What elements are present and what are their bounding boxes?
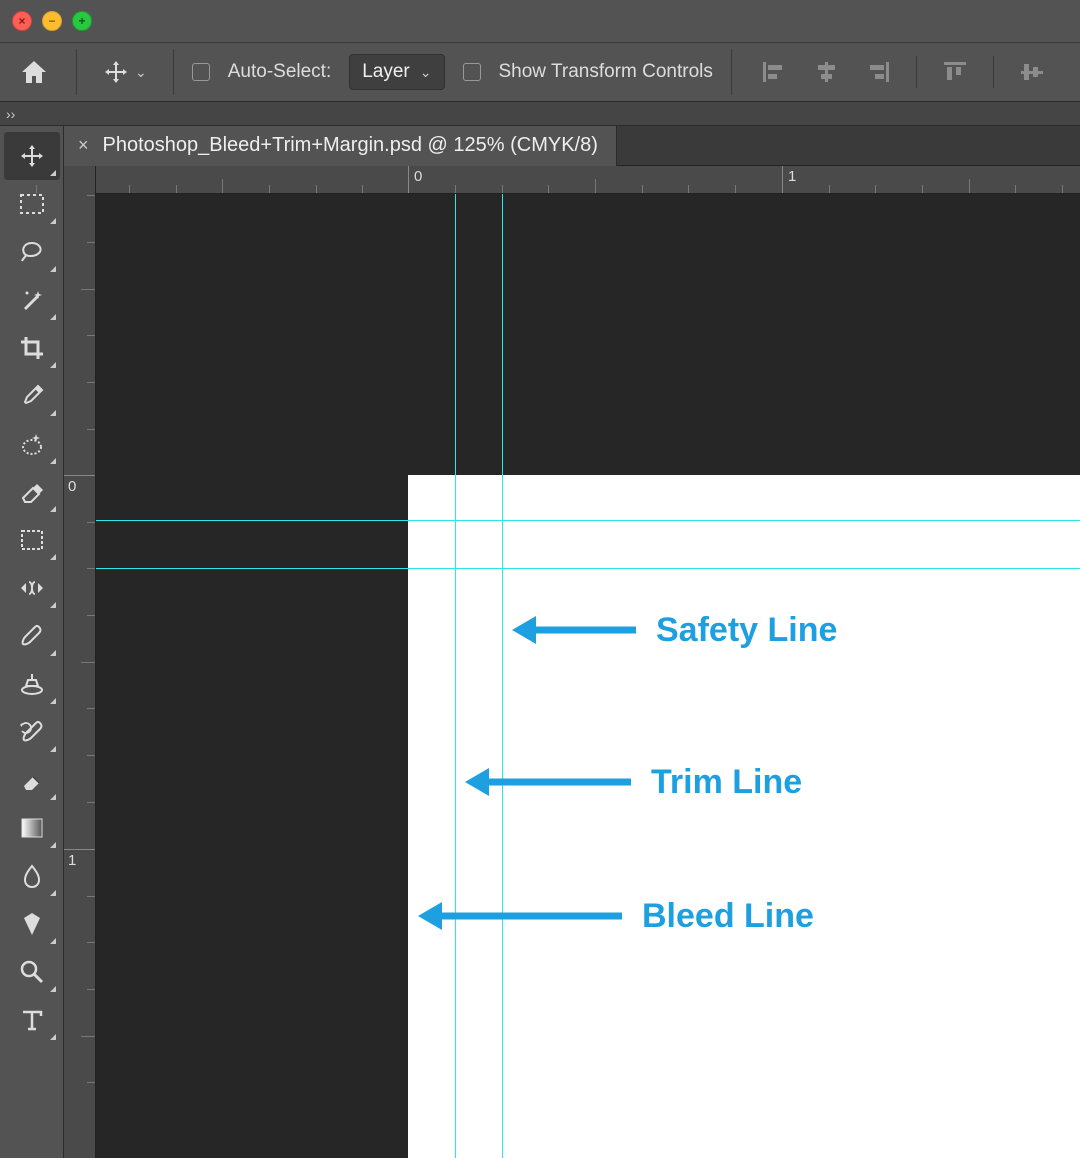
align-hcenter-icon[interactable] xyxy=(812,60,840,84)
content-aware-tool[interactable] xyxy=(4,564,60,612)
eraser-tool[interactable] xyxy=(4,756,60,804)
ruler-horizontal[interactable]: 0 1 xyxy=(96,166,1080,194)
ruler-h-label-0: 0 xyxy=(414,168,422,185)
window-zoom-button[interactable]: + xyxy=(72,11,92,31)
annotation-trim-label: Trim Line xyxy=(651,763,802,802)
move-icon xyxy=(103,59,129,85)
show-transform-checkbox[interactable] xyxy=(463,63,481,81)
window-close-button[interactable]: × xyxy=(12,11,32,31)
marquee-tool[interactable] xyxy=(4,180,60,228)
options-bar: ⌄ Auto-Select: Layer ⌄ Show Transform Co… xyxy=(0,42,1080,102)
lasso-tool[interactable] xyxy=(4,228,60,276)
separator xyxy=(731,49,732,95)
document-tab[interactable]: × Photoshop_Bleed+Trim+Margin.psd @ 125%… xyxy=(64,126,617,166)
ruler-v-label-1: 1 xyxy=(68,852,76,869)
panel-collapse-row[interactable]: ›› xyxy=(0,102,1080,126)
document-tab-strip: × Photoshop_Bleed+Trim+Margin.psd @ 125%… xyxy=(64,126,1080,166)
chevron-down-icon: ⌄ xyxy=(420,64,432,81)
document-area: × Photoshop_Bleed+Trim+Margin.psd @ 125%… xyxy=(64,126,1080,1158)
align-left-icon[interactable] xyxy=(760,60,788,84)
canvas[interactable]: Safety Line Trim Line Bleed Line xyxy=(96,194,1080,1158)
zoom-tool[interactable] xyxy=(4,948,60,996)
separator xyxy=(993,56,994,88)
guide-vertical[interactable] xyxy=(502,194,503,1158)
annotation-trim: Trim Line xyxy=(461,760,802,804)
align-vcenter-icon[interactable] xyxy=(1018,60,1046,84)
ruler-vertical[interactable]: 0 1 xyxy=(64,166,96,1158)
spot-heal-tool[interactable] xyxy=(4,420,60,468)
window-minimize-button[interactable]: − xyxy=(42,11,62,31)
guide-horizontal[interactable] xyxy=(96,520,1080,521)
document-tab-title: Photoshop_Bleed+Trim+Margin.psd @ 125% (… xyxy=(103,134,598,157)
home-button[interactable] xyxy=(10,50,58,94)
guide-horizontal[interactable] xyxy=(96,568,1080,569)
separator xyxy=(916,56,917,88)
arrow-left-icon xyxy=(461,760,633,804)
crop-tool[interactable] xyxy=(4,324,60,372)
close-tab-icon[interactable]: × xyxy=(78,135,89,156)
annotation-safety: Safety Line xyxy=(508,608,837,652)
home-icon xyxy=(19,58,49,86)
align-top-icon[interactable] xyxy=(941,60,969,84)
separator xyxy=(76,49,77,95)
clone-stamp-tool[interactable] xyxy=(4,660,60,708)
layer-dropdown-label: Layer xyxy=(362,61,410,83)
arrow-left-icon xyxy=(414,894,624,938)
workspace[interactable]: 0 1 xyxy=(64,166,1080,1158)
align-group xyxy=(750,56,1046,88)
eyedropper-tool[interactable] xyxy=(4,372,60,420)
magic-wand-tool[interactable] xyxy=(4,276,60,324)
ruler-v-label-0: 0 xyxy=(68,478,76,495)
frame-tool[interactable] xyxy=(4,516,60,564)
annotation-bleed-label: Bleed Line xyxy=(642,897,814,936)
auto-select-label: Auto-Select: xyxy=(228,61,332,83)
move-tool[interactable] xyxy=(4,132,60,180)
chevron-right-icon: ›› xyxy=(6,106,15,122)
window-titlebar: × − + xyxy=(0,0,1080,42)
tool-palette xyxy=(0,126,64,1158)
separator xyxy=(173,49,174,95)
layer-dropdown[interactable]: Layer ⌄ xyxy=(349,54,444,90)
annotation-safety-label: Safety Line xyxy=(656,611,837,650)
eraser-alt-tool[interactable] xyxy=(4,468,60,516)
guide-vertical[interactable] xyxy=(455,194,456,1158)
show-transform-label: Show Transform Controls xyxy=(499,61,713,83)
chevron-down-icon: ⌄ xyxy=(135,64,147,81)
auto-select-checkbox[interactable] xyxy=(192,63,210,81)
ruler-h-label-1: 1 xyxy=(788,168,796,185)
history-brush-tool[interactable] xyxy=(4,708,60,756)
smudge-tool[interactable] xyxy=(4,852,60,900)
artboard xyxy=(408,475,1080,1158)
annotation-bleed: Bleed Line xyxy=(414,894,814,938)
type-tool[interactable] xyxy=(4,996,60,1044)
brush-tool[interactable] xyxy=(4,612,60,660)
active-tool-indicator[interactable]: ⌄ xyxy=(95,55,155,89)
path-tool[interactable] xyxy=(4,900,60,948)
align-right-icon[interactable] xyxy=(864,60,892,84)
arrow-left-icon xyxy=(508,608,638,652)
gradient-tool[interactable] xyxy=(4,804,60,852)
